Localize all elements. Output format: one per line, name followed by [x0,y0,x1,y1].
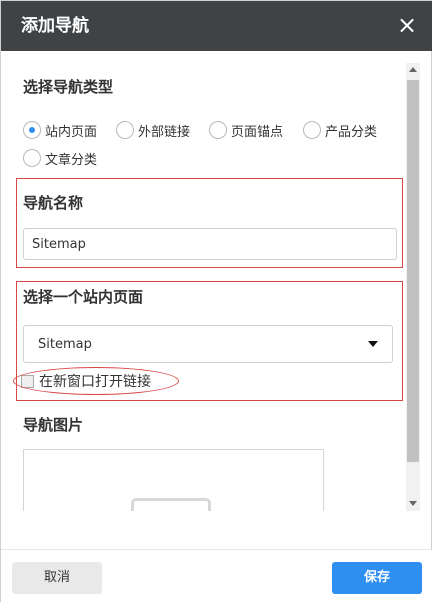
dialog-scrollbar[interactable] [406,63,420,511]
radio-unchecked-icon [116,121,134,139]
caret-down-icon [368,341,378,347]
page-select-dropdown[interactable]: Sitemap [23,325,393,363]
radio-unchecked-icon [303,121,321,139]
nav-name-title: 导航名称 [23,194,84,212]
radio-label: 文章分类 [45,152,98,168]
dialog-title: 添加导航 [21,16,89,36]
radio-option-product-category[interactable]: 产品分类 [303,119,377,141]
radio-label: 外部链接 [138,124,191,140]
add-navigation-dialog: 添加导航 × 选择导航类型 站内页面 外部链接 页面锚点 产品分类 文章分类 导… [0,0,432,602]
dialog-footer: 取消 保存 [1,549,432,602]
new-window-highlight-ellipse [13,367,179,395]
radio-unchecked-icon [209,121,227,139]
cancel-button[interactable]: 取消 [12,562,102,594]
radio-option-site-page[interactable]: 站内页面 [23,119,97,141]
dialog-titlebar: 添加导航 × [1,1,432,51]
nav-type-title: 选择导航类型 [23,78,114,96]
page-select-value: Sitemap [38,337,92,352]
save-button[interactable]: 保存 [332,562,422,594]
radio-label: 站内页面 [45,124,98,140]
radio-option-external-link[interactable]: 外部链接 [116,119,190,141]
dialog-body: 选择导航类型 站内页面 外部链接 页面锚点 产品分类 文章分类 导航名称 选择一… [1,51,432,511]
scroll-down-arrow-icon[interactable] [409,501,417,506]
radio-checked-icon [23,121,41,139]
scroll-up-arrow-icon[interactable] [409,67,417,72]
close-icon[interactable]: × [395,13,419,38]
scrollbar-thumb[interactable] [407,80,419,462]
page-select-title: 选择一个站内页面 [23,288,144,306]
radio-unchecked-icon [23,149,41,167]
nav-image-upload-area[interactable] [23,449,324,511]
image-placeholder-icon [131,498,211,511]
nav-name-input[interactable] [23,228,397,260]
radio-option-article-category[interactable]: 文章分类 [23,147,97,169]
radio-label: 产品分类 [325,124,378,140]
nav-image-title: 导航图片 [23,416,84,434]
radio-option-page-anchor[interactable]: 页面锚点 [209,119,283,141]
radio-label: 页面锚点 [231,124,284,140]
